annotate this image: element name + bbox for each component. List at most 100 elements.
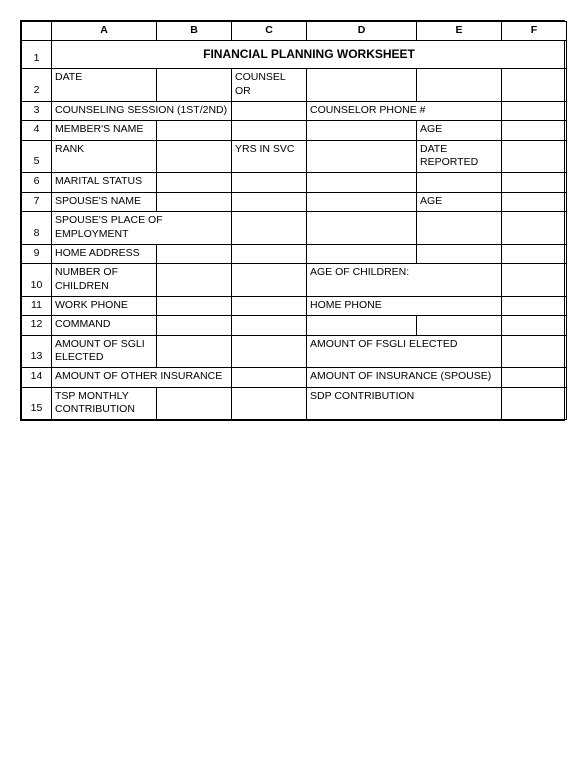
fsgli-label: AMOUNT OF FSGLI ELECTED (307, 335, 502, 367)
row-num: 3 (22, 101, 52, 121)
row12-c (232, 316, 307, 336)
row-num: 14 (22, 368, 52, 388)
row2-f (502, 69, 567, 101)
table-row: 14 AMOUNT OF OTHER INSURANCE AMOUNT OF I… (22, 368, 567, 388)
row-num: 15 (22, 387, 52, 419)
row-num: 8 (22, 212, 52, 244)
row12-d (307, 316, 417, 336)
row2-e (417, 69, 502, 101)
row15-c (232, 387, 307, 419)
table-row: 5 RANK YRS IN SVC DATE REPORTED (22, 140, 567, 172)
counselor-phone-label: COUNSELOR PHONE # (307, 101, 502, 121)
sgli-label: AMOUNT OF SGLI ELECTED (52, 335, 157, 367)
row8-d (307, 212, 417, 244)
counseling-session-label: COUNSELING SESSION (1ST/2ND) (52, 101, 232, 121)
date-reported-label: DATE REPORTED (417, 140, 502, 172)
spouse-age-label: AGE (417, 192, 502, 212)
row2-d (307, 69, 417, 101)
row12-b (157, 316, 232, 336)
tsp-label: TSP MONTHLY CONTRIBUTION (52, 387, 157, 419)
col-b-header: B (157, 22, 232, 41)
yrs-in-svc-label: YRS IN SVC (232, 140, 307, 172)
table-row: 8 SPOUSE'S PLACE OF EMPLOYMENT (22, 212, 567, 244)
members-name-label: MEMBER'S NAME (52, 121, 157, 141)
spouses-name-label: SPOUSE'S NAME (52, 192, 157, 212)
spouse-insurance-label: AMOUNT OF INSURANCE (SPOUSE) (307, 368, 502, 388)
row9-b (157, 244, 232, 264)
row-num: 11 (22, 296, 52, 316)
row14-f (502, 368, 567, 388)
table-row: 12 COMMAND (22, 316, 567, 336)
row5-f (502, 140, 567, 172)
row15-b (157, 387, 232, 419)
row13-b (157, 335, 232, 367)
row-num: 2 (22, 69, 52, 101)
row11-b (157, 296, 232, 316)
table-row: 4 MEMBER'S NAME AGE (22, 121, 567, 141)
col-num-header (22, 22, 52, 41)
row15-f (502, 387, 567, 419)
spouses-employment-label: SPOUSE'S PLACE OF EMPLOYMENT (52, 212, 232, 244)
date-label: DATE (52, 69, 157, 101)
row-num: 13 (22, 335, 52, 367)
table-row: 13 AMOUNT OF SGLI ELECTED AMOUNT OF FSGL… (22, 335, 567, 367)
work-phone-label: WORK PHONE (52, 296, 157, 316)
sdp-label: SDP CONTRIBUTION (307, 387, 502, 419)
col-c-header: C (232, 22, 307, 41)
col-a-header: A (52, 22, 157, 41)
home-address-label: HOME ADDRESS (52, 244, 157, 264)
row7-b (157, 192, 232, 212)
row6-b (157, 173, 232, 193)
table-row: 6 MARITAL STATUS (22, 173, 567, 193)
other-insurance-label: AMOUNT OF OTHER INSURANCE (52, 368, 232, 388)
row9-d (307, 244, 417, 264)
row-num: 7 (22, 192, 52, 212)
row13-c (232, 335, 307, 367)
row3-c (232, 101, 307, 121)
row4-d (307, 121, 417, 141)
column-header-row: A B C D E F (22, 22, 567, 41)
row7-d (307, 192, 417, 212)
row7-f (502, 192, 567, 212)
row4-c (232, 121, 307, 141)
row9-e (417, 244, 502, 264)
col-f-header: F (502, 22, 567, 41)
row-num: 6 (22, 173, 52, 193)
worksheet-title: FINANCIAL PLANNING WORKSHEET (52, 40, 567, 69)
row6-e (417, 173, 502, 193)
home-phone-label: HOME PHONE (307, 296, 502, 316)
row7-c (232, 192, 307, 212)
row13-f (502, 335, 567, 367)
table-row: 1 FINANCIAL PLANNING WORKSHEET (22, 40, 567, 69)
row8-c (232, 212, 307, 244)
row8-f (502, 212, 567, 244)
table-row: 15 TSP MONTHLY CONTRIBUTION SDP CONTRIBU… (22, 387, 567, 419)
row12-e (417, 316, 502, 336)
row6-d (307, 173, 417, 193)
counselor-label: COUNSEL OR (232, 69, 307, 101)
num-children-label: NUMBER OF CHILDREN (52, 264, 157, 296)
row-num: 12 (22, 316, 52, 336)
row-num: 5 (22, 140, 52, 172)
age-of-children-label: AGE OF CHILDREN: (307, 264, 502, 296)
row-num: 10 (22, 264, 52, 296)
table-row: 9 HOME ADDRESS (22, 244, 567, 264)
row2-b (157, 69, 232, 101)
worksheet-container: A B C D E F 1 FINANCIAL PLANNING WORKSHE… (20, 20, 565, 421)
row10-f (502, 264, 567, 296)
row-num: 1 (22, 40, 52, 69)
row-num: 4 (22, 121, 52, 141)
row5-d (307, 140, 417, 172)
row-num: 9 (22, 244, 52, 264)
row12-f (502, 316, 567, 336)
row6-f (502, 173, 567, 193)
row6-c (232, 173, 307, 193)
col-e-header: E (417, 22, 502, 41)
table-row: 7 SPOUSE'S NAME AGE (22, 192, 567, 212)
row10-c (232, 264, 307, 296)
row14-c (232, 368, 307, 388)
row9-c (232, 244, 307, 264)
table-row: 2 DATE COUNSEL OR (22, 69, 567, 101)
col-d-header: D (307, 22, 417, 41)
row8-e (417, 212, 502, 244)
